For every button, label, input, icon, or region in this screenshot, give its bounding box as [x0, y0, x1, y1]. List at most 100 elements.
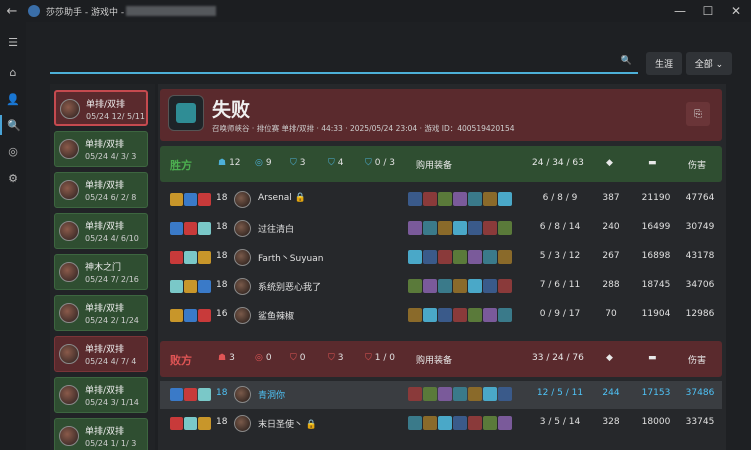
damage-column-label: 伤害 [688, 356, 707, 366]
player-damage: 33745 [685, 417, 715, 427]
match-mode: 单排/双排 [85, 140, 125, 150]
search-nav-icon[interactable]: 🔍 [0, 115, 26, 135]
summoner-spell-icon [184, 222, 197, 235]
item-icon [483, 387, 497, 401]
match-card[interactable]: 单排/双排 05/24 2/ 1/24 [54, 295, 148, 331]
match-mode: 单排/双排 [85, 304, 125, 314]
item-icon [423, 387, 437, 401]
match-kda: 05/24 1/ 1/ 3 [85, 439, 137, 448]
match-card[interactable]: 单排/双排 05/24 6/ 2/ 8 [54, 172, 148, 208]
search-input[interactable] [50, 52, 638, 72]
player-cs: 244 [602, 388, 620, 398]
player-row[interactable]: 16 鲨鱼辣椒 0 / 9 / 17 70 11904 12986 [160, 302, 722, 330]
career-button[interactable]: 生涯 [646, 52, 682, 75]
item-icon [423, 416, 437, 430]
item-icon [453, 308, 467, 322]
player-row[interactable]: 18 过往清白 6 / 8 / 14 240 16499 30749 [160, 215, 722, 243]
user-icon[interactable]: 👤 [0, 89, 26, 109]
menu-icon[interactable]: ☰ [0, 32, 26, 52]
champion-avatar [59, 262, 79, 282]
item-icon [453, 387, 467, 401]
player-name[interactable]: Arsenal 🔒 [258, 193, 306, 203]
objective-value: 0 [299, 353, 306, 363]
summoner-spell-icon [198, 222, 211, 235]
item-icon [468, 192, 482, 206]
match-card[interactable]: 单排/双排 05/24 12/ 5/11 [54, 90, 148, 126]
match-card[interactable]: 单排/双排 05/24 4/ 7/ 4 [54, 336, 148, 372]
player-name[interactable]: Farth丶Suyuan [258, 251, 323, 264]
objective-value: 3 [299, 158, 306, 168]
item-icon [468, 279, 482, 293]
summoner-spell-icon [198, 280, 211, 293]
objective-icon: ⛉ [290, 353, 297, 363]
team-name: 败方 [170, 354, 192, 367]
player-row[interactable]: 18 Arsenal 🔒 6 / 8 / 9 387 21190 47764 [160, 186, 722, 214]
player-avatar [234, 220, 251, 237]
item-icon [438, 387, 452, 401]
tools-icon[interactable]: ⚙ [0, 168, 26, 188]
player-level: 16 [216, 309, 228, 319]
item-icon [468, 416, 482, 430]
player-gold: 16898 [641, 251, 671, 261]
item-build [408, 387, 512, 403]
champion-icon [168, 95, 204, 131]
gold-column-icon: ▬ [648, 158, 657, 168]
team-objective: ⛉ 3 [290, 158, 306, 168]
item-icon [453, 221, 467, 235]
match-card[interactable]: 单排/双排 05/24 4/ 3/ 3 [54, 131, 148, 167]
player-row[interactable]: 18 Farth丶Suyuan 5 / 3 / 12 267 16898 43178 [160, 244, 722, 272]
player-name[interactable]: 青洞你 [258, 388, 285, 401]
match-card[interactable]: 单排/双排 05/24 4/ 6/10 [54, 213, 148, 249]
match-mode: 单排/双排 [85, 222, 125, 232]
team-header: 败方 ☗ 3 ◎ 0 ⛉ 0 ⛉ 3 ⛉ 1 / 0 购用装备 33 / 24 / 76 ◆ ▬ 伤害 [160, 341, 722, 377]
summoner-spell-icon [198, 417, 211, 430]
summoner-spell-icon [184, 193, 197, 206]
player-name[interactable]: 鲨鱼辣椒 [258, 309, 294, 322]
objective-icon: ⛉ [328, 158, 335, 168]
copy-icon[interactable]: ⎘ [686, 102, 710, 126]
player-cs: 288 [602, 280, 620, 290]
player-name[interactable]: 末日圣使丶 🔒 [258, 417, 317, 430]
item-icon [423, 308, 437, 322]
gold-column-icon: ▬ [648, 353, 657, 363]
match-card[interactable]: 神木之门 05/24 7/ 2/16 [54, 254, 148, 290]
player-row[interactable]: 18 青洞你 12 / 5 / 11 244 17153 37486 [160, 381, 722, 409]
objective-icon: ◎ [255, 353, 263, 363]
player-row[interactable]: 18 末日圣使丶 🔒 3 / 5 / 14 328 18000 33745 [160, 410, 722, 438]
close-button[interactable]: ✕ [716, 0, 751, 22]
match-kda: 05/24 12/ 5/11 [86, 112, 145, 121]
match-card[interactable]: 单排/双排 05/24 3/ 1/14 [54, 377, 148, 413]
back-icon[interactable]: ← [0, 4, 24, 19]
game-icon[interactable]: ◎ [0, 141, 26, 161]
item-build [408, 308, 512, 324]
player-name[interactable]: 过往清白 [258, 222, 294, 235]
match-card[interactable]: 单排/双排 05/24 1/ 1/ 3 [54, 418, 148, 450]
item-icon [498, 279, 512, 293]
summoner-spell-icon [184, 417, 197, 430]
item-icon [498, 387, 512, 401]
item-icon [453, 250, 467, 264]
items-column-label: 购用装备 [416, 161, 453, 171]
item-icon [408, 279, 422, 293]
home-icon[interactable]: ⌂ [0, 62, 26, 82]
filter-dropdown[interactable]: 全部 ⌄ [686, 52, 732, 75]
player-cs: 267 [602, 251, 620, 261]
objective-value: 1 / 0 [374, 353, 395, 363]
summoner-spell-icon [198, 193, 211, 206]
item-icon [423, 250, 437, 264]
search-bar: 🔍 [50, 52, 638, 74]
objective-value: 3 [337, 353, 344, 363]
item-icon [468, 308, 482, 322]
player-cs: 70 [605, 309, 617, 319]
search-icon[interactable]: 🔍 [621, 56, 632, 66]
player-name[interactable]: 系统别恶心我了 [258, 280, 321, 293]
player-level: 18 [216, 251, 228, 261]
objective-icon: ☗ [218, 158, 227, 168]
player-row[interactable]: 18 系统别恶心我了 7 / 6 / 11 288 18745 34706 [160, 273, 722, 301]
team-objective: ☗ 3 [218, 353, 235, 363]
item-icon [468, 250, 482, 264]
item-icon [423, 192, 437, 206]
player-gold: 21190 [641, 193, 671, 203]
team-objective: ◎ 9 [255, 158, 272, 168]
match-mode: 神木之门 [85, 263, 122, 273]
